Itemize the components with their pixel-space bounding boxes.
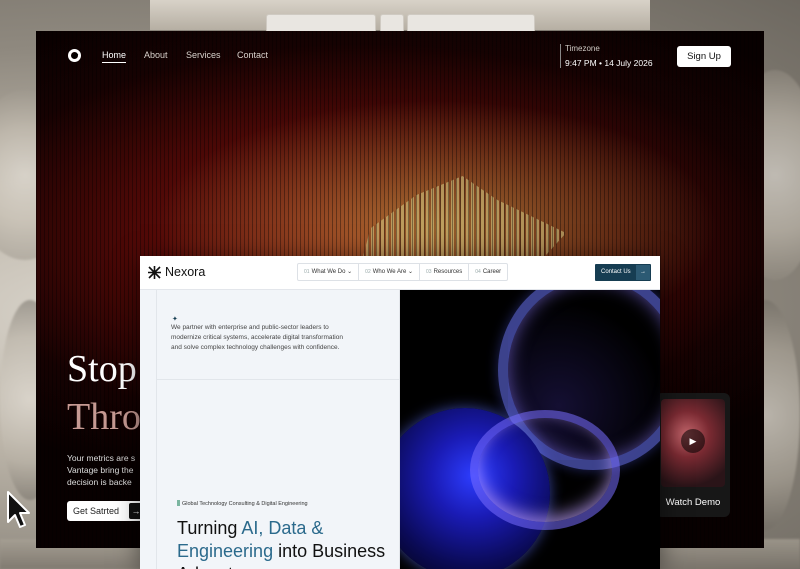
hero-title-line1: Stop (67, 348, 137, 390)
hero-text-panel: ✦ We partner with enterprise and public-… (140, 290, 400, 569)
nav-number: 04 (475, 269, 481, 275)
arrow-right-icon: → (636, 265, 650, 280)
hero-visual (400, 290, 660, 569)
nav-home[interactable]: Home (102, 50, 127, 63)
watch-demo-card[interactable]: ▶ Watch Demo (656, 393, 730, 517)
watch-demo-label: Watch Demo (665, 497, 721, 508)
demo-thumbnail: ▶ (661, 399, 725, 487)
nav-contact[interactable]: Contact (237, 50, 268, 60)
hero-heading: Turning AI, Data & Engineering into Busi… (177, 517, 387, 569)
vertical-divider (156, 290, 157, 569)
site-header: Nexora 01 What We Do ⌄ 02 Who We Are ⌄ 03 R… (140, 256, 660, 290)
nav-label: What We Do (311, 269, 346, 275)
nav-what-we-do[interactable]: 01 What We Do ⌄ (298, 264, 360, 280)
horizontal-divider (156, 379, 400, 380)
play-icon[interactable]: ▶ (681, 429, 705, 453)
nav-label: Resources (433, 269, 463, 275)
chevron-down-icon: ⌄ (347, 269, 353, 275)
signup-button[interactable]: Sign Up (677, 46, 731, 67)
mouse-cursor-icon (7, 491, 30, 528)
tagline-text: Global Technology Consulting & Digital E… (182, 501, 308, 507)
nav-services[interactable]: Services (186, 50, 221, 60)
nav-who-we-are[interactable]: 02 Who We Are ⌄ (359, 264, 421, 280)
front-window: Nexora 01 What We Do ⌄ 02 Who We Are ⌄ 03 R… (140, 256, 660, 569)
nav-about[interactable]: About (144, 50, 168, 60)
nav-number: 01 (304, 269, 310, 275)
nav-number: 03 (426, 269, 432, 275)
intro-paragraph: We partner with enterprise and public-se… (171, 324, 343, 351)
get-started-label: Get Satrted (73, 506, 120, 516)
get-started-button[interactable]: Get Satrted → (67, 501, 143, 521)
hero-body: Your metrics are s Vantage bring the dec… (67, 453, 136, 487)
nav-label: Who We Are (372, 269, 407, 275)
nav-label: Career (482, 269, 502, 275)
contact-us-button[interactable]: Contact Us → (595, 264, 651, 281)
timezone-block: Timezone 9:47 PM • 14 July 2026 (560, 44, 653, 68)
nexora-logo-icon[interactable] (148, 266, 161, 279)
tagline: Global Technology Consulting & Digital E… (177, 500, 308, 507)
tag-bar-icon (177, 500, 180, 506)
glass-ring (470, 410, 620, 530)
heading-part1: Turning (177, 518, 242, 538)
contact-us-label: Contact Us (601, 269, 631, 275)
main-nav: 01 What We Do ⌄ 02 Who We Are ⌄ 03 Resource… (297, 263, 509, 281)
nav-resources[interactable]: 03 Resources (420, 264, 470, 280)
brand-name[interactable]: Nexora (165, 265, 205, 279)
nav-career[interactable]: 04 Career (469, 264, 507, 280)
chevron-down-icon: ⌄ (407, 269, 414, 275)
circle-logo-icon[interactable] (68, 49, 81, 62)
hero-title-line2: Thro (67, 396, 141, 438)
sparkle-icon: ✦ (172, 316, 178, 323)
nav-number: 02 (365, 269, 371, 275)
timezone-label: Timezone (565, 44, 600, 53)
timezone-value: 9:47 PM • 14 July 2026 (565, 58, 653, 68)
